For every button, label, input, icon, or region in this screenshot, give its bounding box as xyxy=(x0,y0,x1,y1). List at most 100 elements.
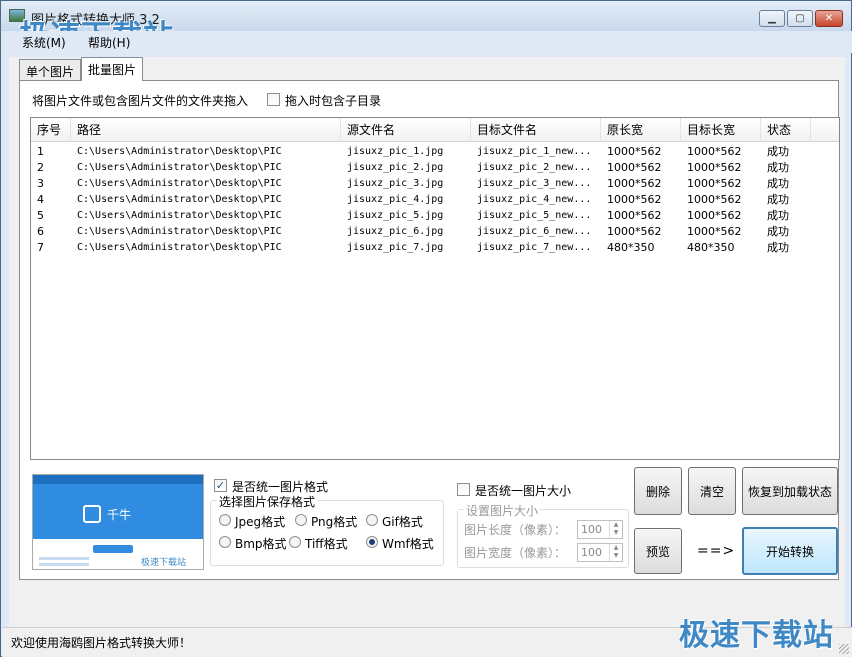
table-row[interactable]: 7 C:\Users\Administrator\Desktop\PIC jisux… xyxy=(31,240,839,256)
close-icon: ✕ xyxy=(824,13,834,24)
radio-tiff[interactable] xyxy=(289,536,301,548)
length-value: 100 xyxy=(581,523,602,536)
row-original-size: 1000*562 xyxy=(607,209,662,222)
row-source-name: jisuxz_pic_6.jpg xyxy=(347,226,444,237)
row-target-name: jisuxz_pic_7_new... xyxy=(477,242,592,253)
row-path: C:\Users\Administrator\Desktop\PIC xyxy=(77,226,282,237)
col-index[interactable]: 序号 xyxy=(31,118,71,142)
menu-help[interactable]: 帮助(H) xyxy=(88,34,130,51)
row-target-size: 1000*562 xyxy=(687,193,742,206)
label-bmp: Bmp格式 xyxy=(235,537,287,551)
width-spin-arrows-icon[interactable]: ▲ ▼ xyxy=(609,544,622,561)
row-path: C:\Users\Administrator\Desktop\PIC xyxy=(77,194,282,205)
col-status[interactable]: 状态 xyxy=(761,118,811,142)
length-label: 图片长度（像素）： xyxy=(464,523,567,537)
row-target-size: 1000*562 xyxy=(687,161,742,174)
size-group-title: 设置图片大小 xyxy=(464,502,541,519)
row-status: 成功 xyxy=(767,241,789,254)
width-value: 100 xyxy=(581,546,602,559)
table-row[interactable]: 5 C:\Users\Administrator\Desktop\PIC jisux… xyxy=(31,208,839,224)
qianniu-logo-icon xyxy=(83,505,101,523)
size-group: 设置图片大小 图片长度（像素）： 100 ▲ ▼ 图片宽度（像素）： 100 ▲ ▼ xyxy=(457,502,629,568)
menu-system[interactable]: 系统(M) xyxy=(22,34,66,51)
table-row[interactable]: 1 C:\Users\Administrator\Desktop\PIC jisux… xyxy=(31,144,839,160)
row-target-size: 1000*562 xyxy=(687,145,742,158)
minimize-icon: ▁ xyxy=(768,13,776,24)
resize-grip-icon[interactable] xyxy=(839,644,849,654)
row-target-name: jisuxz_pic_1_new... xyxy=(477,146,592,157)
row-status: 成功 xyxy=(767,161,789,174)
start-convert-button[interactable]: 开始转换 xyxy=(742,527,838,575)
length-spinner[interactable]: 100 ▲ ▼ xyxy=(577,520,623,539)
batch-panel: 将图片文件或包含图片文件的文件夹拖入 拖入时包含子目录 序号 路径 源文件名 目… xyxy=(19,80,840,580)
row-source-name: jisuxz_pic_2.jpg xyxy=(347,162,444,173)
table-row[interactable]: 3 C:\Users\Administrator\Desktop\PIC jisux… xyxy=(31,176,839,192)
radio-gif[interactable] xyxy=(366,514,378,526)
restore-button[interactable]: 恢复到加载状态 xyxy=(742,467,838,515)
table-row[interactable]: 4 C:\Users\Administrator\Desktop\PIC jisux… xyxy=(31,192,839,208)
row-source-name: jisuxz_pic_1.jpg xyxy=(347,146,444,157)
radio-bmp[interactable] xyxy=(219,536,231,548)
watermark-bottom: 极速下载站 xyxy=(679,618,834,653)
preview-button[interactable]: 预览 xyxy=(634,528,682,574)
radio-wmf[interactable] xyxy=(366,536,378,548)
row-source-name: jisuxz_pic_4.jpg xyxy=(347,194,444,205)
row-target-size: 1000*562 xyxy=(687,209,742,222)
row-path: C:\Users\Administrator\Desktop\PIC xyxy=(77,210,282,221)
file-list-header: 序号 路径 源文件名 目标文件名 原长宽 目标长宽 状态 xyxy=(31,118,839,142)
row-original-size: 480*350 xyxy=(607,241,655,254)
menu-bar: 系统(M) 帮助(H) xyxy=(2,31,852,53)
row-status: 成功 xyxy=(767,177,789,190)
tab-single-image[interactable]: 单个图片 xyxy=(19,59,82,80)
row-index: 6 xyxy=(37,225,44,238)
row-status: 成功 xyxy=(767,225,789,238)
row-path: C:\Users\Administrator\Desktop\PIC xyxy=(77,146,282,157)
label-tiff: Tiff格式 xyxy=(305,537,348,551)
width-spinner[interactable]: 100 ▲ ▼ xyxy=(577,543,623,562)
row-path: C:\Users\Administrator\Desktop\PIC xyxy=(77,162,282,173)
client-area: 单个图片 批量图片 将图片文件或包含图片文件的文件夹拖入 拖入时包含子目录 序号… xyxy=(9,57,845,627)
label-png: Png格式 xyxy=(311,515,358,529)
row-index: 4 xyxy=(37,193,44,206)
width-label: 图片宽度（像素）： xyxy=(464,546,567,560)
length-spin-arrows-icon[interactable]: ▲ ▼ xyxy=(609,521,622,538)
preview-watermark: 极速下载站 xyxy=(141,558,187,568)
row-target-name: jisuxz_pic_5_new... xyxy=(477,210,592,221)
col-original-size[interactable]: 原长宽 xyxy=(601,118,681,142)
maximize-button[interactable]: ▢ xyxy=(787,10,813,27)
row-path: C:\Users\Administrator\Desktop\PIC xyxy=(77,178,282,189)
unify-size-checkbox[interactable] xyxy=(457,483,470,496)
row-source-name: jisuxz_pic_5.jpg xyxy=(347,210,444,221)
col-source-name[interactable]: 源文件名 xyxy=(341,118,471,142)
main-window: 图片格式转换大师 3.2 ▁ ▢ ✕ 极速下载站 系统(M) 帮助(H) 单个图… xyxy=(0,0,852,657)
row-original-size: 1000*562 xyxy=(607,177,662,190)
drag-instruction: 将图片文件或包含图片文件的文件夹拖入 xyxy=(32,94,249,108)
format-group-title: 选择图片保存格式 xyxy=(217,493,318,510)
radio-jpeg[interactable] xyxy=(219,514,231,526)
status-text: 欢迎使用海鸥图片格式转换大师！ xyxy=(11,636,192,650)
unify-format-checkbox[interactable]: ✓ xyxy=(214,479,227,492)
row-source-name: jisuxz_pic_7.jpg xyxy=(347,242,444,253)
delete-button[interactable]: 删除 xyxy=(634,467,682,515)
clear-button[interactable]: 清空 xyxy=(688,467,736,515)
row-source-name: jisuxz_pic_3.jpg xyxy=(347,178,444,189)
row-status: 成功 xyxy=(767,209,789,222)
row-original-size: 1000*562 xyxy=(607,225,662,238)
col-target-name[interactable]: 目标文件名 xyxy=(471,118,601,142)
file-list[interactable]: 序号 路径 源文件名 目标文件名 原长宽 目标长宽 状态 1 C:\Users\A… xyxy=(30,117,840,460)
row-target-name: jisuxz_pic_4_new... xyxy=(477,194,592,205)
col-path[interactable]: 路径 xyxy=(71,118,341,142)
col-target-size[interactable]: 目标长宽 xyxy=(681,118,761,142)
row-original-size: 1000*562 xyxy=(607,145,662,158)
tab-batch-images[interactable]: 批量图片 xyxy=(81,57,144,81)
maximize-icon: ▢ xyxy=(795,13,805,24)
row-index: 3 xyxy=(37,177,44,190)
minimize-button[interactable]: ▁ xyxy=(759,10,785,27)
radio-png[interactable] xyxy=(295,514,307,526)
include-subdir-checkbox[interactable] xyxy=(267,93,280,106)
close-button[interactable]: ✕ xyxy=(815,10,843,27)
row-target-size: 480*350 xyxy=(687,241,735,254)
table-row[interactable]: 2 C:\Users\Administrator\Desktop\PIC jisux… xyxy=(31,160,839,176)
table-row[interactable]: 6 C:\Users\Administrator\Desktop\PIC jisux… xyxy=(31,224,839,240)
row-target-size: 1000*562 xyxy=(687,225,742,238)
